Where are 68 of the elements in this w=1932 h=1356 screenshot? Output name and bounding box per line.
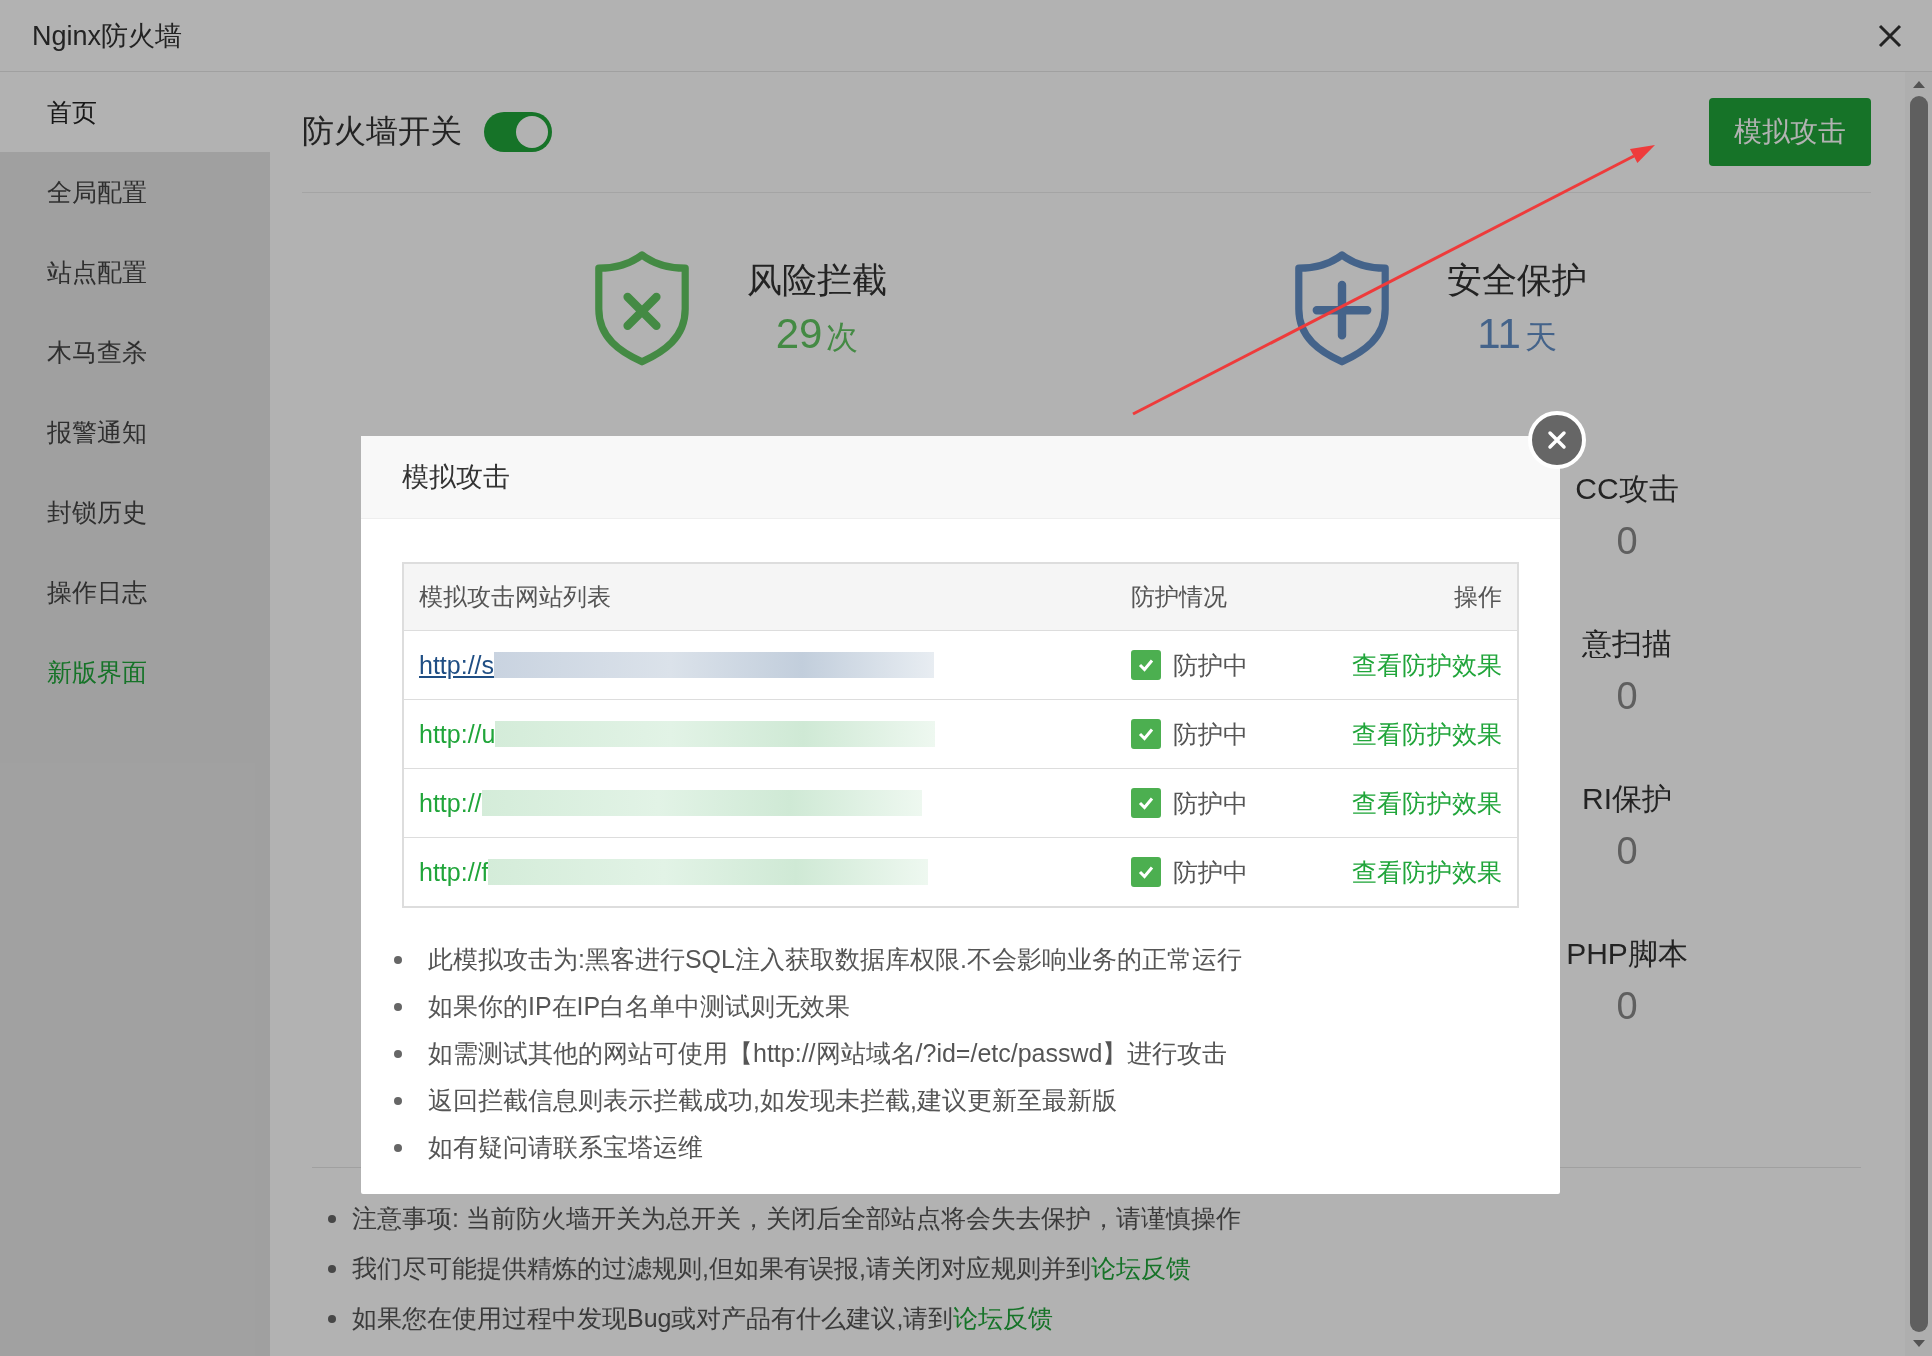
forum-feedback-link[interactable]: 论坛反馈	[1090, 1254, 1191, 1282]
site-link[interactable]: http://s	[419, 650, 495, 680]
sidebar-item[interactable]: 首页	[0, 72, 270, 152]
view-effect-link[interactable]: 查看防护效果	[1352, 648, 1502, 682]
site-link[interactable]: http://	[419, 788, 482, 818]
view-effect-link[interactable]: 查看防护效果	[1352, 786, 1502, 820]
window-title: Nginx防火墙	[32, 19, 184, 53]
site-link[interactable]: http://u	[419, 719, 496, 749]
scrollbar-thumb[interactable]	[1909, 96, 1928, 1332]
checkbox[interactable]	[1131, 650, 1161, 680]
checkbox[interactable]	[1131, 719, 1161, 749]
bullet-icon	[394, 1049, 402, 1058]
rule-label: PHP脚本	[1566, 936, 1688, 972]
info-text: 此模拟攻击为:黑客进行SQL注入获取数据库权限.不会影响业务的正常运行	[428, 944, 1242, 975]
checkbox[interactable]	[1131, 857, 1161, 887]
rule-count: 0	[1616, 985, 1638, 1028]
bullet-icon	[328, 1314, 336, 1323]
switch-label: 防火墙开关	[302, 112, 462, 151]
view-effect-link[interactable]: 查看防护效果	[1352, 855, 1502, 889]
bullet-icon	[328, 1264, 336, 1273]
rule-label: CC攻击	[1575, 471, 1679, 507]
stat-unit: 天	[1524, 319, 1557, 355]
status-text: 防护中	[1173, 718, 1248, 750]
info-text: 如有疑问请联系宝塔运维	[428, 1132, 703, 1163]
status-text: 防护中	[1173, 649, 1248, 681]
view-effect-link[interactable]: 查看防护效果	[1352, 717, 1502, 751]
stat-value: 11	[1477, 310, 1521, 357]
info-text: 如果你的IP在IP白名单中测试则无效果	[428, 991, 851, 1022]
column-header: 模拟攻击网站列表	[418, 582, 612, 612]
stat-unit: 次	[826, 319, 859, 355]
toggle-switch[interactable]	[484, 112, 552, 152]
sidebar-item[interactable]: 新版界面	[0, 632, 270, 712]
forum-feedback-link[interactable]: 论坛反馈	[953, 1304, 1054, 1332]
rule-count: 0	[1616, 830, 1638, 873]
note-text: 注意事项: 当前防火墙开关为总开关，关闭后全部站点将会失去保护，请谨慎操作	[352, 1203, 1241, 1234]
sidebar-item[interactable]: 全局配置	[0, 152, 270, 232]
status-text: 防护中	[1173, 787, 1248, 819]
info-text: 如需测试其他的网站可使用【http://网站域名/?id=/etc/passwd】进行攻击	[428, 1038, 1228, 1069]
close-button[interactable]	[1528, 411, 1586, 469]
sidebar-item[interactable]: 木马查杀	[0, 312, 270, 392]
scrollbar[interactable]	[1905, 72, 1932, 1356]
sidebar-item[interactable]: 操作日志	[0, 552, 270, 632]
column-header: 防护情况	[1131, 582, 1228, 612]
sidebar-item[interactable]: 站点配置	[0, 232, 270, 312]
column-header: 操作	[1453, 582, 1503, 612]
rule-label: RI保护	[1582, 781, 1672, 817]
close-icon	[1547, 430, 1567, 450]
dialog-title: 模拟攻击	[402, 461, 510, 494]
note-text: 如果您在使用过程中发现Bug或对产品有什么建议,请到论坛反馈	[352, 1303, 1054, 1334]
checkbox[interactable]	[1131, 788, 1161, 818]
bullet-icon	[394, 955, 402, 964]
bullet-icon	[394, 1143, 402, 1152]
bullet-icon	[394, 1096, 402, 1105]
status-text: 防护中	[1173, 856, 1248, 888]
sidebar-item[interactable]: 封锁历史	[0, 472, 270, 552]
stat-value: 29	[775, 310, 823, 357]
stat-title: 安全保护	[1447, 259, 1587, 301]
bullet-icon	[328, 1214, 336, 1223]
info-text: 返回拦截信息则表示拦截成功,如发现未拦截,建议更新至最新版	[428, 1085, 1117, 1116]
simulate-attack-button[interactable]: 模拟攻击	[1709, 98, 1871, 166]
rule-label: 意扫描	[1582, 626, 1672, 662]
site-link[interactable]: http://f	[419, 857, 489, 887]
note-text: 我们尽可能提供精炼的过滤规则,但如果有误报,请关闭对应规则并到论坛反馈	[352, 1253, 1191, 1284]
sidebar-item[interactable]: 报警通知	[0, 392, 270, 472]
bullet-icon	[394, 1002, 402, 1011]
rule-count: 0	[1616, 675, 1638, 718]
rule-count: 0	[1616, 520, 1638, 563]
stat-title: 风险拦截	[747, 259, 887, 301]
